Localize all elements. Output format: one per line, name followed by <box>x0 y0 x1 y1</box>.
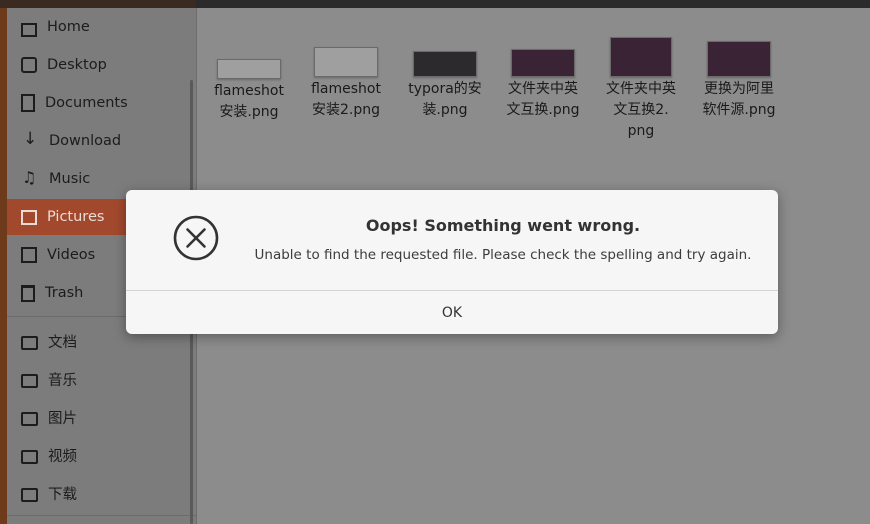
file-item[interactable]: typora的安 装.png <box>397 51 493 121</box>
file-name-line: 文件夹中英 <box>508 81 578 97</box>
file-name-line: 软件源.png <box>702 102 776 118</box>
sidebar-item-label: Pictures <box>47 209 105 225</box>
file-item[interactable]: flameshot 安装.png <box>201 59 297 123</box>
sidebar-item-label: 文档 <box>48 334 77 351</box>
sidebar-separator <box>7 515 196 516</box>
file-thumbnail <box>610 37 672 77</box>
ok-button[interactable]: OK <box>126 291 778 334</box>
documents-icon <box>21 94 35 112</box>
sidebar-item-label: Videos <box>47 247 96 263</box>
top-bar <box>0 0 870 8</box>
file-name-line: typora的安 <box>408 81 482 97</box>
sidebar-bookmark-xiazai[interactable]: 下载 <box>7 475 196 511</box>
file-name-line: 安装.png <box>219 104 279 120</box>
folder-icon <box>21 373 38 388</box>
file-name-line: png <box>627 123 655 139</box>
sidebar-item-label: Documents <box>45 95 128 111</box>
sidebar-item-label: Music <box>49 171 91 187</box>
file-thumbnail <box>413 51 477 77</box>
sidebar-item-home[interactable]: Home <box>7 9 196 45</box>
file-thumbnail <box>217 59 281 79</box>
sidebar-bookmark-tupian[interactable]: 图片 <box>7 399 196 435</box>
sidebar-bookmark-yinyue[interactable]: 音乐 <box>7 361 196 397</box>
folder-icon <box>21 335 38 350</box>
download-icon <box>21 129 39 150</box>
music-icon <box>21 168 39 188</box>
videos-icon <box>21 247 37 263</box>
home-icon <box>21 23 37 37</box>
trash-icon <box>21 284 35 302</box>
sidebar-item-download[interactable]: Download <box>7 123 196 159</box>
sidebar-item-documents[interactable]: Documents <box>7 85 196 121</box>
sidebar-item-desktop[interactable]: Desktop <box>7 47 196 83</box>
file-item[interactable]: 文件夹中英 文互换2. png <box>593 37 689 142</box>
dialog-title: Oops! Something went wrong. <box>365 216 641 235</box>
file-name-line: 装.png <box>422 102 468 118</box>
file-name-line: 文互换2. <box>613 102 669 118</box>
file-name-line: 文互换.png <box>506 102 580 118</box>
folder-icon <box>21 411 38 426</box>
error-dialog: Oops! Something went wrong. Unable to fi… <box>126 190 778 334</box>
sidebar-item-label: 音乐 <box>48 372 77 389</box>
sidebar-item-label: 下载 <box>48 486 77 503</box>
folder-icon <box>21 449 38 464</box>
desktop-wallpaper-strip <box>0 8 7 524</box>
file-name-line: 安装2.png <box>311 102 380 118</box>
file-thumbnail <box>314 47 378 77</box>
sidebar-item-label: Trash <box>45 285 84 301</box>
desktop-icon <box>21 57 37 73</box>
file-item[interactable]: 文件夹中英 文互换.png <box>495 49 591 121</box>
file-item[interactable]: flameshot 安装2.png <box>298 47 394 121</box>
file-name-line: 文件夹中英 <box>606 81 676 97</box>
file-name-line: flameshot <box>214 83 284 99</box>
file-name-line: 更换为阿里 <box>704 81 774 97</box>
sidebar-bookmark-shipin[interactable]: 视频 <box>7 437 196 473</box>
sidebar-item-label: 视频 <box>48 448 77 465</box>
sidebar-item-label: 图片 <box>48 410 77 427</box>
error-circle-x-icon <box>173 215 219 261</box>
pictures-icon <box>21 210 37 225</box>
file-item[interactable]: 更换为阿里 软件源.png <box>691 41 787 121</box>
sidebar-item-label: Home <box>47 19 90 35</box>
sidebar-item-label: Download <box>49 133 122 149</box>
file-name-line: flameshot <box>311 81 381 97</box>
dialog-message: Unable to find the requested file. Pleas… <box>254 247 752 263</box>
file-thumbnail <box>707 41 771 77</box>
folder-icon <box>21 487 38 502</box>
file-thumbnail <box>511 49 575 77</box>
sidebar-item-label: Desktop <box>47 57 107 73</box>
